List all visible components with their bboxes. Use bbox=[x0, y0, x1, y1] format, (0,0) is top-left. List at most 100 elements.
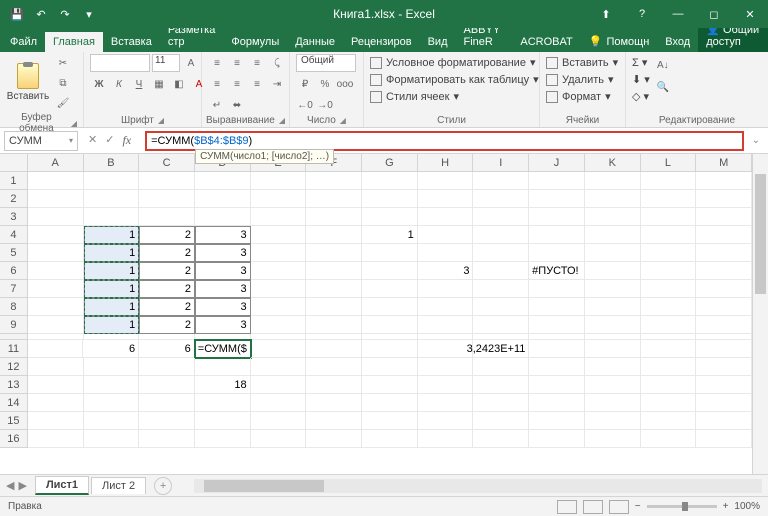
cell[interactable] bbox=[362, 244, 418, 262]
orientation-icon[interactable]: ⤹ bbox=[268, 54, 286, 72]
row-header[interactable]: 9 bbox=[0, 316, 28, 334]
qat-more-icon[interactable]: ▾ bbox=[82, 7, 96, 21]
cell[interactable] bbox=[696, 280, 752, 298]
cell[interactable] bbox=[696, 190, 752, 208]
cell[interactable] bbox=[585, 412, 641, 430]
cell[interactable] bbox=[362, 376, 418, 394]
cell[interactable] bbox=[585, 394, 641, 412]
formula-input[interactable]: =СУММ($B$4:$B$9) СУММ(число1; [число2]; … bbox=[145, 131, 744, 151]
cell[interactable] bbox=[641, 394, 697, 412]
cell[interactable] bbox=[251, 280, 307, 298]
cell[interactable]: 1 bbox=[84, 280, 140, 298]
cell[interactable] bbox=[529, 244, 585, 262]
cell[interactable] bbox=[473, 244, 529, 262]
cell[interactable]: 1 bbox=[84, 226, 140, 244]
format-as-table-button[interactable]: Форматировать как таблицу ▾ bbox=[370, 73, 539, 86]
cell[interactable] bbox=[418, 394, 474, 412]
row-header[interactable]: 16 bbox=[0, 430, 28, 448]
cell[interactable] bbox=[529, 190, 585, 208]
cell[interactable] bbox=[585, 340, 641, 358]
cell[interactable] bbox=[362, 208, 418, 226]
cell[interactable] bbox=[251, 244, 307, 262]
cell[interactable] bbox=[28, 280, 84, 298]
bold-icon[interactable]: Ж bbox=[90, 75, 108, 93]
fill-color-icon[interactable]: ◧ bbox=[170, 75, 188, 93]
cell[interactable] bbox=[641, 262, 697, 280]
cell[interactable] bbox=[251, 208, 307, 226]
cell[interactable] bbox=[306, 412, 362, 430]
cell[interactable] bbox=[418, 340, 474, 358]
cell[interactable]: 18 bbox=[195, 376, 251, 394]
cell[interactable] bbox=[195, 172, 251, 190]
cell[interactable] bbox=[641, 430, 697, 448]
col-header[interactable]: A bbox=[28, 154, 84, 172]
cell[interactable] bbox=[529, 412, 585, 430]
sheet-nav-next-icon[interactable]: ▶ bbox=[18, 479, 26, 492]
decrease-decimal-icon[interactable]: →0 bbox=[316, 96, 334, 114]
cell[interactable] bbox=[195, 358, 251, 376]
active-cell[interactable]: =СУММ($ bbox=[195, 340, 251, 358]
cell[interactable] bbox=[195, 430, 251, 448]
cell[interactable] bbox=[362, 298, 418, 316]
row-header[interactable]: 2 bbox=[0, 190, 28, 208]
borders-icon[interactable]: ▦ bbox=[150, 75, 168, 93]
cell[interactable] bbox=[28, 340, 84, 358]
tab-formulas[interactable]: Формулы bbox=[223, 32, 287, 52]
cell[interactable] bbox=[585, 298, 641, 316]
cell[interactable] bbox=[28, 190, 84, 208]
copy-icon[interactable]: ⧉ bbox=[54, 74, 72, 92]
col-header[interactable]: B bbox=[84, 154, 140, 172]
cell[interactable] bbox=[529, 280, 585, 298]
sheet-nav-prev-icon[interactable]: ◀ bbox=[6, 479, 14, 492]
cell[interactable] bbox=[585, 280, 641, 298]
cell[interactable] bbox=[306, 226, 362, 244]
cell[interactable] bbox=[28, 244, 84, 262]
cell[interactable] bbox=[139, 394, 195, 412]
cell[interactable]: 1 bbox=[362, 226, 418, 244]
cell[interactable] bbox=[696, 172, 752, 190]
cell[interactable] bbox=[473, 172, 529, 190]
font-name-select[interactable] bbox=[90, 54, 150, 72]
cell[interactable] bbox=[529, 394, 585, 412]
cell[interactable] bbox=[251, 340, 307, 358]
cell[interactable] bbox=[529, 316, 585, 334]
font-size-select[interactable]: 11 bbox=[152, 54, 180, 72]
row-header[interactable]: 15 bbox=[0, 412, 28, 430]
cell[interactable] bbox=[418, 226, 474, 244]
cell[interactable] bbox=[529, 430, 585, 448]
cell[interactable] bbox=[195, 412, 251, 430]
cut-icon[interactable]: ✂ bbox=[54, 54, 72, 72]
sign-in[interactable]: Вход bbox=[657, 32, 698, 52]
align-center-icon[interactable]: ≡ bbox=[228, 75, 246, 93]
cell[interactable] bbox=[696, 262, 752, 280]
cell[interactable]: 1 bbox=[84, 316, 140, 334]
col-header[interactable]: K bbox=[585, 154, 641, 172]
cell[interactable] bbox=[195, 394, 251, 412]
cell[interactable] bbox=[696, 208, 752, 226]
cell[interactable] bbox=[641, 208, 697, 226]
cell[interactable] bbox=[473, 430, 529, 448]
align-middle-icon[interactable]: ≡ bbox=[228, 54, 246, 72]
cell[interactable] bbox=[195, 208, 251, 226]
cell[interactable] bbox=[418, 172, 474, 190]
cell[interactable] bbox=[251, 190, 307, 208]
cell[interactable] bbox=[696, 226, 752, 244]
cell[interactable] bbox=[28, 412, 84, 430]
cell[interactable] bbox=[696, 430, 752, 448]
expand-formula-bar-icon[interactable]: ⌄ bbox=[748, 135, 764, 146]
select-all-corner[interactable] bbox=[0, 154, 28, 172]
tell-me[interactable]: 💡 Помощн bbox=[581, 31, 658, 52]
cell[interactable] bbox=[362, 262, 418, 280]
redo-icon[interactable]: ↷ bbox=[58, 7, 72, 21]
cell[interactable] bbox=[418, 280, 474, 298]
horizontal-scrollbar[interactable] bbox=[194, 479, 762, 493]
col-header[interactable]: M bbox=[696, 154, 752, 172]
cell[interactable] bbox=[418, 244, 474, 262]
cell[interactable] bbox=[473, 316, 529, 334]
clear-button[interactable]: ◇ ▾ bbox=[632, 90, 650, 103]
cell[interactable]: #ПУСТО! bbox=[529, 262, 585, 280]
cell[interactable] bbox=[641, 358, 697, 376]
fill-button[interactable]: ⬇ ▾ bbox=[632, 73, 650, 86]
cell[interactable] bbox=[306, 208, 362, 226]
row-header[interactable]: 3 bbox=[0, 208, 28, 226]
